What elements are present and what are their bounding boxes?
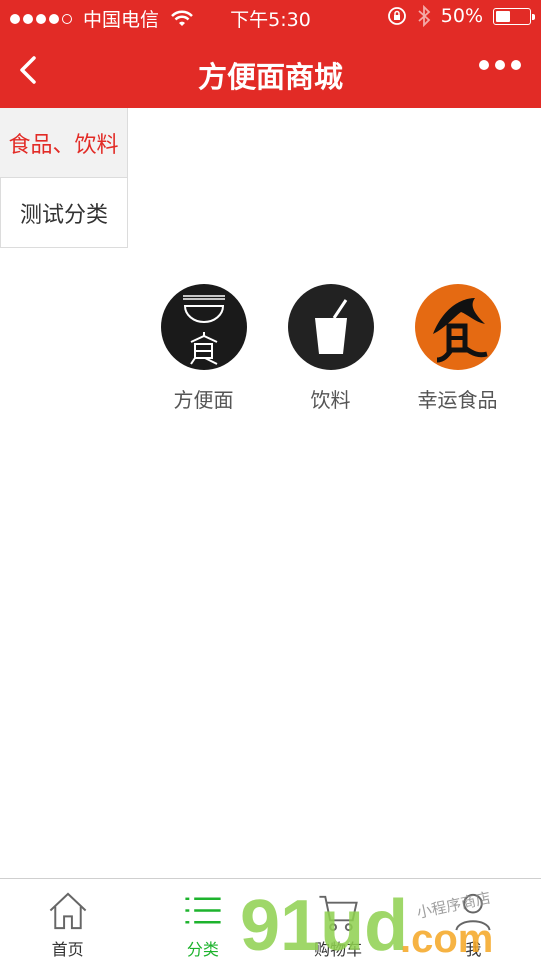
status-bar: 中国电信 下午5:30 50% xyxy=(0,0,541,34)
tab-cart[interactable]: 购物车 xyxy=(271,879,406,960)
sidebar-item-test-category[interactable]: 测试分类 xyxy=(0,178,128,248)
grid-item-label: 方便面 xyxy=(173,388,234,412)
tab-label: 分类 xyxy=(186,940,219,959)
grid-item-label: 饮料 xyxy=(310,388,351,412)
tab-label: 我 xyxy=(465,940,482,959)
tab-bar: 首页 分类 购物车 我 xyxy=(0,878,541,960)
grid-item-drinks[interactable]: 饮料 xyxy=(267,284,394,413)
grid-item-noodles[interactable]: 方便面 xyxy=(140,284,267,413)
tab-me[interactable]: 我 xyxy=(406,879,541,960)
tab-category[interactable]: 分类 xyxy=(135,879,270,960)
tab-home[interactable]: 首页 xyxy=(0,879,135,960)
food-character-icon xyxy=(414,284,501,370)
battery-percent: 50% xyxy=(440,5,483,27)
rotation-lock-icon xyxy=(387,7,406,25)
subcategory-grid: 方便面 饮料 幸运食品 xyxy=(140,284,530,413)
grid-item-label: 幸运食品 xyxy=(417,388,498,412)
user-icon xyxy=(455,893,491,931)
grid-item-lucky-food[interactable]: 幸运食品 xyxy=(394,284,521,413)
home-icon xyxy=(49,892,86,930)
cart-icon xyxy=(319,895,358,932)
battery-icon xyxy=(493,7,535,25)
more-dots-icon[interactable] xyxy=(479,60,521,70)
battery-fill xyxy=(496,10,510,22)
page-title: 方便面商城 xyxy=(197,60,343,94)
status-right: 50% xyxy=(387,5,535,27)
sidebar-item-food-drink[interactable]: 食品、饮料 xyxy=(0,108,128,178)
category-sidebar: 食品、饮料 测试分类 xyxy=(0,108,128,248)
list-icon xyxy=(185,897,221,924)
noodle-bowl-icon xyxy=(160,284,247,370)
sidebar-item-label: 食品、饮料 xyxy=(8,132,119,158)
nav-bar: 方便面商城 xyxy=(0,34,541,108)
tab-label: 购物车 xyxy=(314,940,363,959)
drink-cup-icon xyxy=(287,284,374,370)
sidebar-item-label: 测试分类 xyxy=(19,202,108,228)
tab-label: 首页 xyxy=(51,940,84,959)
bluetooth-icon xyxy=(418,5,431,27)
